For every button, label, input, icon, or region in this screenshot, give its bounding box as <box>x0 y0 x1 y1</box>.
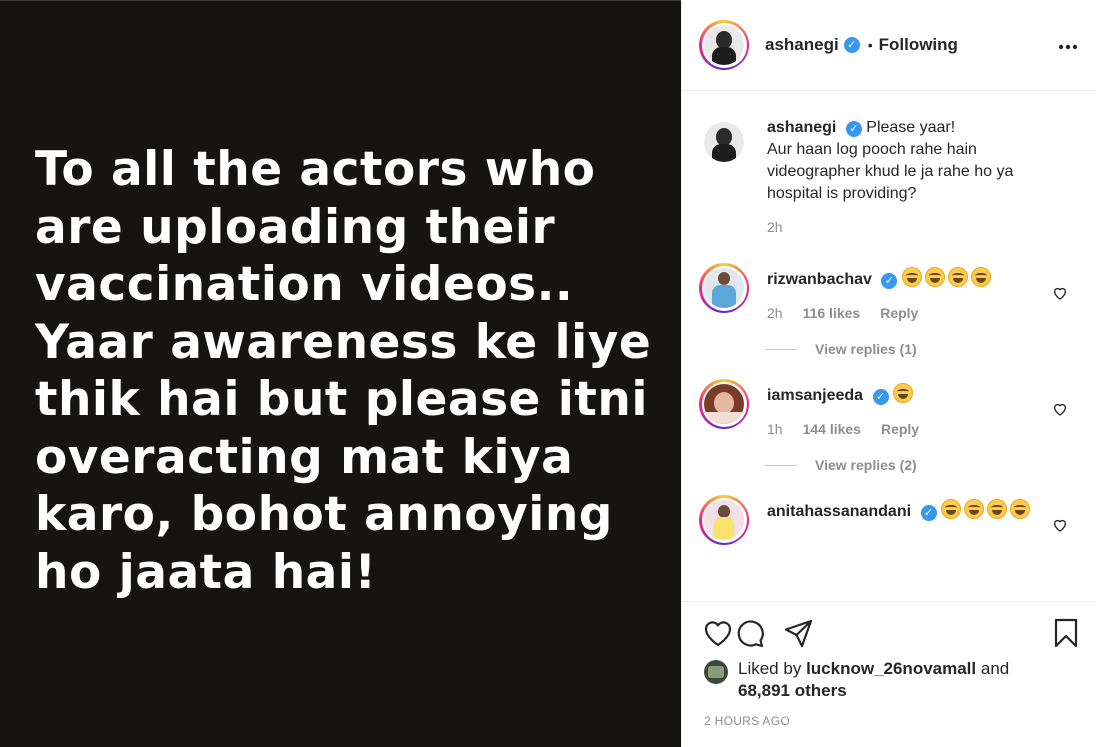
view-replies-button[interactable]: View replies (1) <box>765 341 1096 357</box>
caption-avatar[interactable] <box>699 117 749 167</box>
caption-body: ashanegi ✓ Please yaar! Aur haan log poo… <box>767 117 1067 235</box>
heart-icon[interactable] <box>1052 285 1068 301</box>
liked-by-others[interactable]: 68,891 others <box>738 681 847 700</box>
caption-time[interactable]: 2h <box>767 219 783 235</box>
post-header: ashanegi ✓ • Following <box>682 0 1096 91</box>
comment-body: anitahassanandani ✓ <box>767 495 1067 545</box>
comment-meta: 1h 144 likes Reply <box>767 421 1067 437</box>
view-replies-button[interactable]: View replies (2) <box>765 457 1096 473</box>
comment-body: rizwanbachav ✓ 2h 116 likes Reply <box>767 263 1067 321</box>
post-image[interactable]: To all the actors who are uploading thei… <box>0 0 681 747</box>
reply-button[interactable]: Reply <box>880 305 918 321</box>
post-modal: To all the actors who are uploading thei… <box>0 0 1096 747</box>
comment-likes[interactable]: 144 likes <box>803 421 861 437</box>
liked-by-text: Liked by lucknow_26novamall and 68,891 o… <box>738 658 1009 702</box>
comment-username[interactable]: anitahassanandani <box>767 503 911 520</box>
caption: ashanegi ✓ Please yaar! Aur haan log poo… <box>682 117 1096 235</box>
comment-time[interactable]: 1h <box>767 421 783 437</box>
verified-badge-icon: ✓ <box>843 37 860 53</box>
tears-of-joy-emoji <box>947 267 968 287</box>
liked-by-prefix: Liked by <box>738 659 802 678</box>
verified-badge-icon: ✓ <box>845 121 862 137</box>
tears-of-joy-emoji <box>940 499 961 519</box>
comment-meta: 2h 116 likes Reply <box>767 305 1067 321</box>
tears-of-joy-emoji <box>901 267 922 287</box>
heart-icon[interactable] <box>702 617 734 649</box>
comment-item: rizwanbachav ✓ 2h 116 likes Reply <box>682 263 1096 321</box>
comment-likes[interactable]: 116 likes <box>803 305 861 321</box>
tears-of-joy-emoji <box>924 267 945 287</box>
comment-text: rizwanbachav ✓ <box>767 267 1067 291</box>
tears-of-joy-emoji <box>1009 499 1030 519</box>
avatar-border <box>701 22 747 68</box>
verified-badge-icon: ✓ <box>872 389 889 405</box>
reply-button[interactable]: Reply <box>881 421 919 437</box>
comment-item: anitahassanandani ✓ <box>682 495 1096 545</box>
view-replies-label: View replies (1) <box>815 341 917 357</box>
paper-plane-icon[interactable] <box>783 617 815 649</box>
avatar-border <box>701 497 747 543</box>
caption-meta: 2h <box>767 219 1067 235</box>
author-avatar-image <box>704 25 744 65</box>
comment-bubble-icon[interactable] <box>734 617 766 649</box>
caption-username[interactable]: ashanegi <box>767 119 836 136</box>
commenter-avatar[interactable] <box>699 379 749 429</box>
avatar-border <box>701 381 747 427</box>
caption-text-wrap: ashanegi ✓ Please yaar! Aur haan log poo… <box>767 117 1067 205</box>
bookmark-icon[interactable] <box>1050 617 1082 649</box>
view-replies-label: View replies (2) <box>815 457 917 473</box>
replies-divider <box>765 348 797 350</box>
comment-username[interactable]: rizwanbachav <box>767 271 872 288</box>
comment-item: iamsanjeeda ✓ 1h 144 likes Reply <box>682 379 1096 437</box>
author-username-wrap: ashanegi ✓ <box>765 35 860 55</box>
liked-by-and: and <box>980 659 1010 678</box>
replies-divider <box>765 464 797 466</box>
tears-of-joy-emoji <box>892 383 913 403</box>
avatar-border <box>701 119 747 165</box>
commenter-avatar[interactable] <box>699 495 749 545</box>
caption-avatar-image <box>704 122 744 162</box>
heart-icon[interactable] <box>1052 401 1068 417</box>
tears-of-joy-emoji <box>986 499 1007 519</box>
comment-username[interactable]: iamsanjeeda <box>767 387 863 404</box>
liked-by-user[interactable]: lucknow_26novamall <box>806 659 976 678</box>
liked-by: Liked by lucknow_26novamall and 68,891 o… <box>704 658 1009 702</box>
commenter-avatar-image <box>704 384 744 424</box>
post-timestamp[interactable]: 2 HOURS AGO <box>704 714 790 728</box>
commenter-avatar[interactable] <box>699 263 749 313</box>
action-icon-row <box>702 617 1082 649</box>
comments-list[interactable]: ashanegi ✓ Please yaar! Aur haan log poo… <box>682 92 1096 600</box>
liked-by-avatar[interactable] <box>704 660 728 684</box>
following-button[interactable]: Following <box>879 35 958 55</box>
commenter-avatar-image <box>704 500 744 540</box>
tears-of-joy-emoji <box>963 499 984 519</box>
post-image-text: To all the actors who are uploading thei… <box>35 142 652 600</box>
post-actions: Liked by lucknow_26novamall and 68,891 o… <box>682 601 1096 747</box>
commenter-avatar-image <box>704 268 744 308</box>
separator-dot: • <box>867 37 873 53</box>
author-username[interactable]: ashanegi <box>765 35 839 55</box>
more-dots-icon[interactable] <box>1058 34 1078 54</box>
tears-of-joy-emoji <box>970 267 991 287</box>
author-avatar[interactable] <box>699 20 749 70</box>
post-side-panel: ashanegi ✓ • Following ashanegi ✓ Please… <box>681 0 1096 747</box>
avatar-border <box>701 265 747 311</box>
comment-text: iamsanjeeda ✓ <box>767 383 1067 407</box>
heart-icon[interactable] <box>1052 517 1068 533</box>
verified-badge-icon: ✓ <box>881 273 898 289</box>
comment-text: anitahassanandani ✓ <box>767 499 1067 523</box>
comment-body: iamsanjeeda ✓ 1h 144 likes Reply <box>767 379 1067 437</box>
verified-badge-icon: ✓ <box>920 505 937 521</box>
comment-time[interactable]: 2h <box>767 305 783 321</box>
